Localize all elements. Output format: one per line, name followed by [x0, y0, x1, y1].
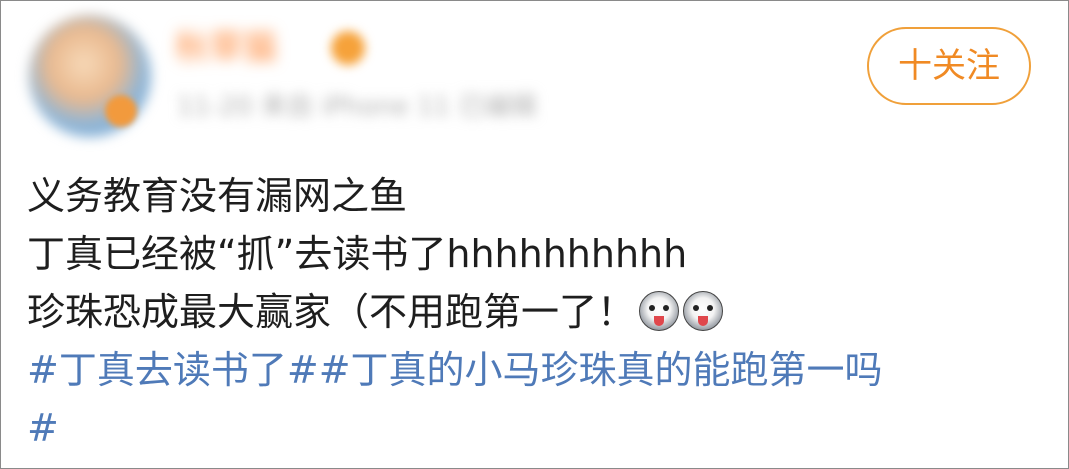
post-line-2: 丁真已经被“抓”去读书了hhhhhhhhhh [27, 232, 688, 276]
topic-link-1[interactable]: #丁真去读书了# [27, 348, 319, 392]
post-line-3-text: 珍珠恐成最大赢家（不用跑第一了！ [27, 290, 636, 334]
topic-tags: #丁真去读书了##丁真的小马珍珠真的能跑第一吗 # [27, 341, 1047, 457]
post-line-1: 义务教育没有漏网之鱼 [27, 174, 408, 218]
husky-emoji-icon [639, 291, 680, 331]
vip-icon [331, 31, 365, 65]
topic-line-1: #丁真去读书了##丁真的小马珍珠真的能跑第一吗 [27, 341, 1047, 399]
follow-button[interactable]: 十关注 [867, 27, 1031, 105]
post-body: 义务教育没有漏网之鱼 丁真已经被“抓”去读书了hhhhhhhhhh 珍珠恐成最大… [27, 167, 1047, 341]
topic-line-2: # [27, 399, 1047, 457]
post-meta: 11-20 来自 iPhone 11 已编辑 [177, 92, 537, 122]
post-card: 秋草猫 11-20 来自 iPhone 11 已编辑 十关注 义务教育没有漏网之… [0, 0, 1069, 469]
topic-link-2[interactable]: #丁真的小马珍珠真的能跑第一吗 [319, 348, 883, 392]
verified-badge-icon [105, 95, 137, 127]
husky-emoji-icon [683, 291, 724, 331]
topic-link-2-end[interactable]: # [27, 406, 59, 450]
post-line-3: 珍珠恐成最大赢家（不用跑第一了！ [27, 283, 1047, 341]
